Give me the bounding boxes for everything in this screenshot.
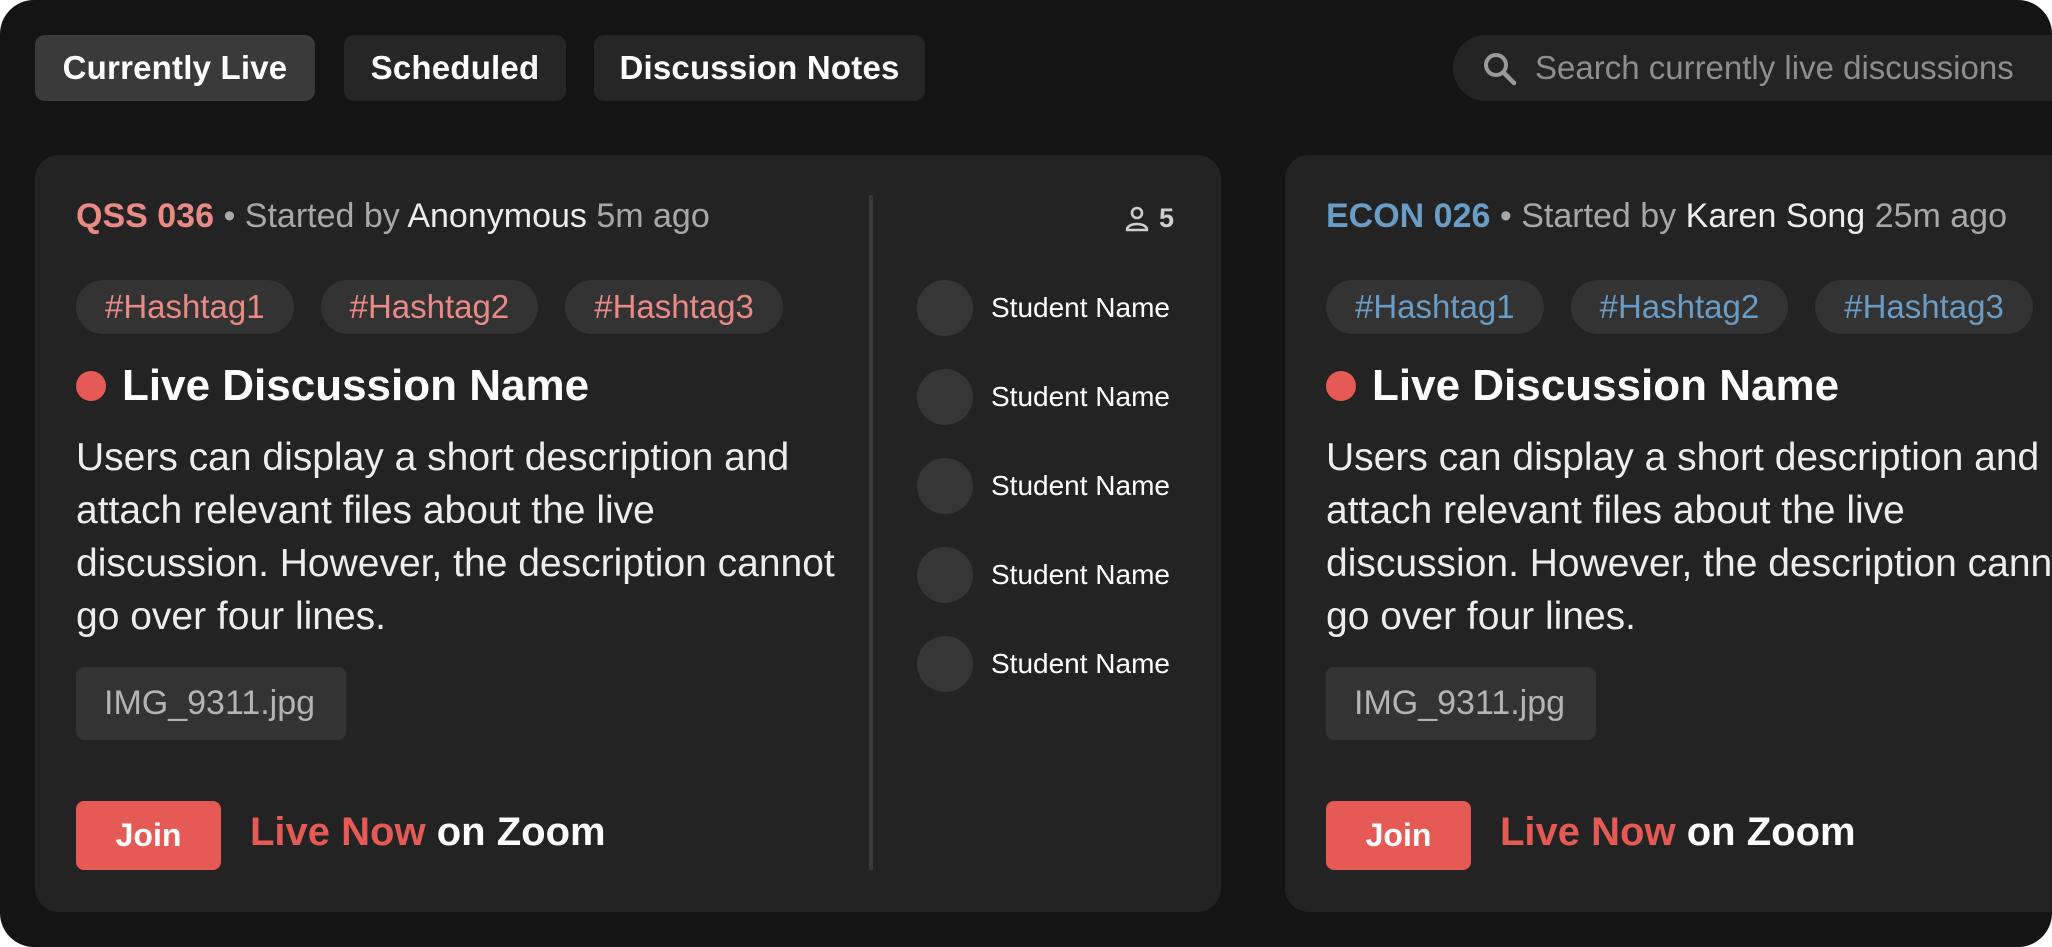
platform-label: on Zoom [436,810,606,854]
hashtag-list: #Hashtag1 #Hashtag2 #Hashtag3 [1326,280,2033,334]
hashtag-chip[interactable]: #Hashtag3 [565,280,783,334]
live-now-label: Live Now [1500,810,1676,854]
hashtag-chip[interactable]: #Hashtag2 [1570,280,1789,334]
tab-currently-live[interactable]: Currently Live [35,35,315,101]
tab-discussion-notes[interactable]: Discussion Notes [594,35,925,101]
author-name: Karen Song [1685,197,1866,235]
search-bar[interactable] [1453,35,2052,101]
search-input[interactable] [1535,35,2052,101]
student-item[interactable]: Student Name [917,458,1170,514]
course-code[interactable]: ECON 026 [1326,197,1490,235]
person-icon [1125,206,1149,231]
student-item[interactable]: Student Name [917,369,1170,425]
live-indicator-dot [76,371,106,401]
avatar [917,458,973,514]
hashtag-chip[interactable]: #Hashtag1 [76,280,294,334]
hashtag-chip[interactable]: #Hashtag2 [320,280,539,334]
live-discussions-app: Currently Live Scheduled Discussion Note… [0,0,2052,947]
title-row: Live Discussion Name [1326,361,1839,411]
hashtag-chip[interactable]: #Hashtag3 [1815,280,2033,334]
started-by-prefix: • Started by [1499,197,1677,235]
avatar [917,280,973,336]
student-name: Student Name [991,470,1170,501]
discussion-card-econ-026: ECON 026 • Started by Karen Song 25m ago… [1285,155,2052,912]
discussion-card-qss-036: QSS 036 • Started by Anonymous 5m ago #H… [35,155,1221,912]
student-name: Student Name [991,559,1170,590]
attachment-file[interactable]: IMG_9311.jpg [1326,667,1596,740]
avatar [917,547,973,603]
discussion-title: Live Discussion Name [122,361,590,410]
card-meta: QSS 036 • Started by Anonymous 5m ago [76,197,710,236]
avatar [917,636,973,692]
student-name: Student Name [991,381,1170,412]
course-code[interactable]: QSS 036 [76,197,214,235]
live-status: Live Now on Zoom [250,810,606,855]
discussion-description: Users can display a short description an… [1326,436,2052,638]
search-icon [1484,53,1517,86]
join-button[interactable]: Join [76,801,221,870]
discussion-description: Users can display a short description an… [76,436,835,638]
platform-label: on Zoom [1686,810,1856,854]
join-button[interactable]: Join [1326,801,1471,870]
live-now-label: Live Now [250,810,426,854]
student-name: Student Name [991,292,1170,323]
attachment-file[interactable]: IMG_9311.jpg [76,667,346,740]
author-name: Anonymous [407,197,587,235]
attendee-count-value: 5 [1159,203,1175,233]
student-name: Student Name [991,648,1170,679]
card-divider [869,195,873,870]
hashtag-chip[interactable]: #Hashtag1 [1326,280,1544,334]
card-meta: ECON 026 • Started by Karen Song 25m ago [1326,197,2007,236]
time-ago: 25m ago [1874,197,2008,235]
live-indicator-dot [1326,371,1356,401]
time-ago: 5m ago [596,197,710,235]
live-status: Live Now on Zoom [1500,810,1856,855]
started-by-prefix: • Started by [223,197,400,235]
student-item[interactable]: Student Name [917,280,1170,336]
discussion-title: Live Discussion Name [1372,361,1840,410]
tab-scheduled[interactable]: Scheduled [344,35,566,101]
student-item[interactable]: Student Name [917,547,1170,603]
attendee-count: 5 [1125,203,1174,234]
avatar [917,369,973,425]
hashtag-list: #Hashtag1 #Hashtag2 #Hashtag3 [76,280,783,334]
title-row: Live Discussion Name [76,361,589,411]
student-item[interactable]: Student Name [917,636,1170,692]
